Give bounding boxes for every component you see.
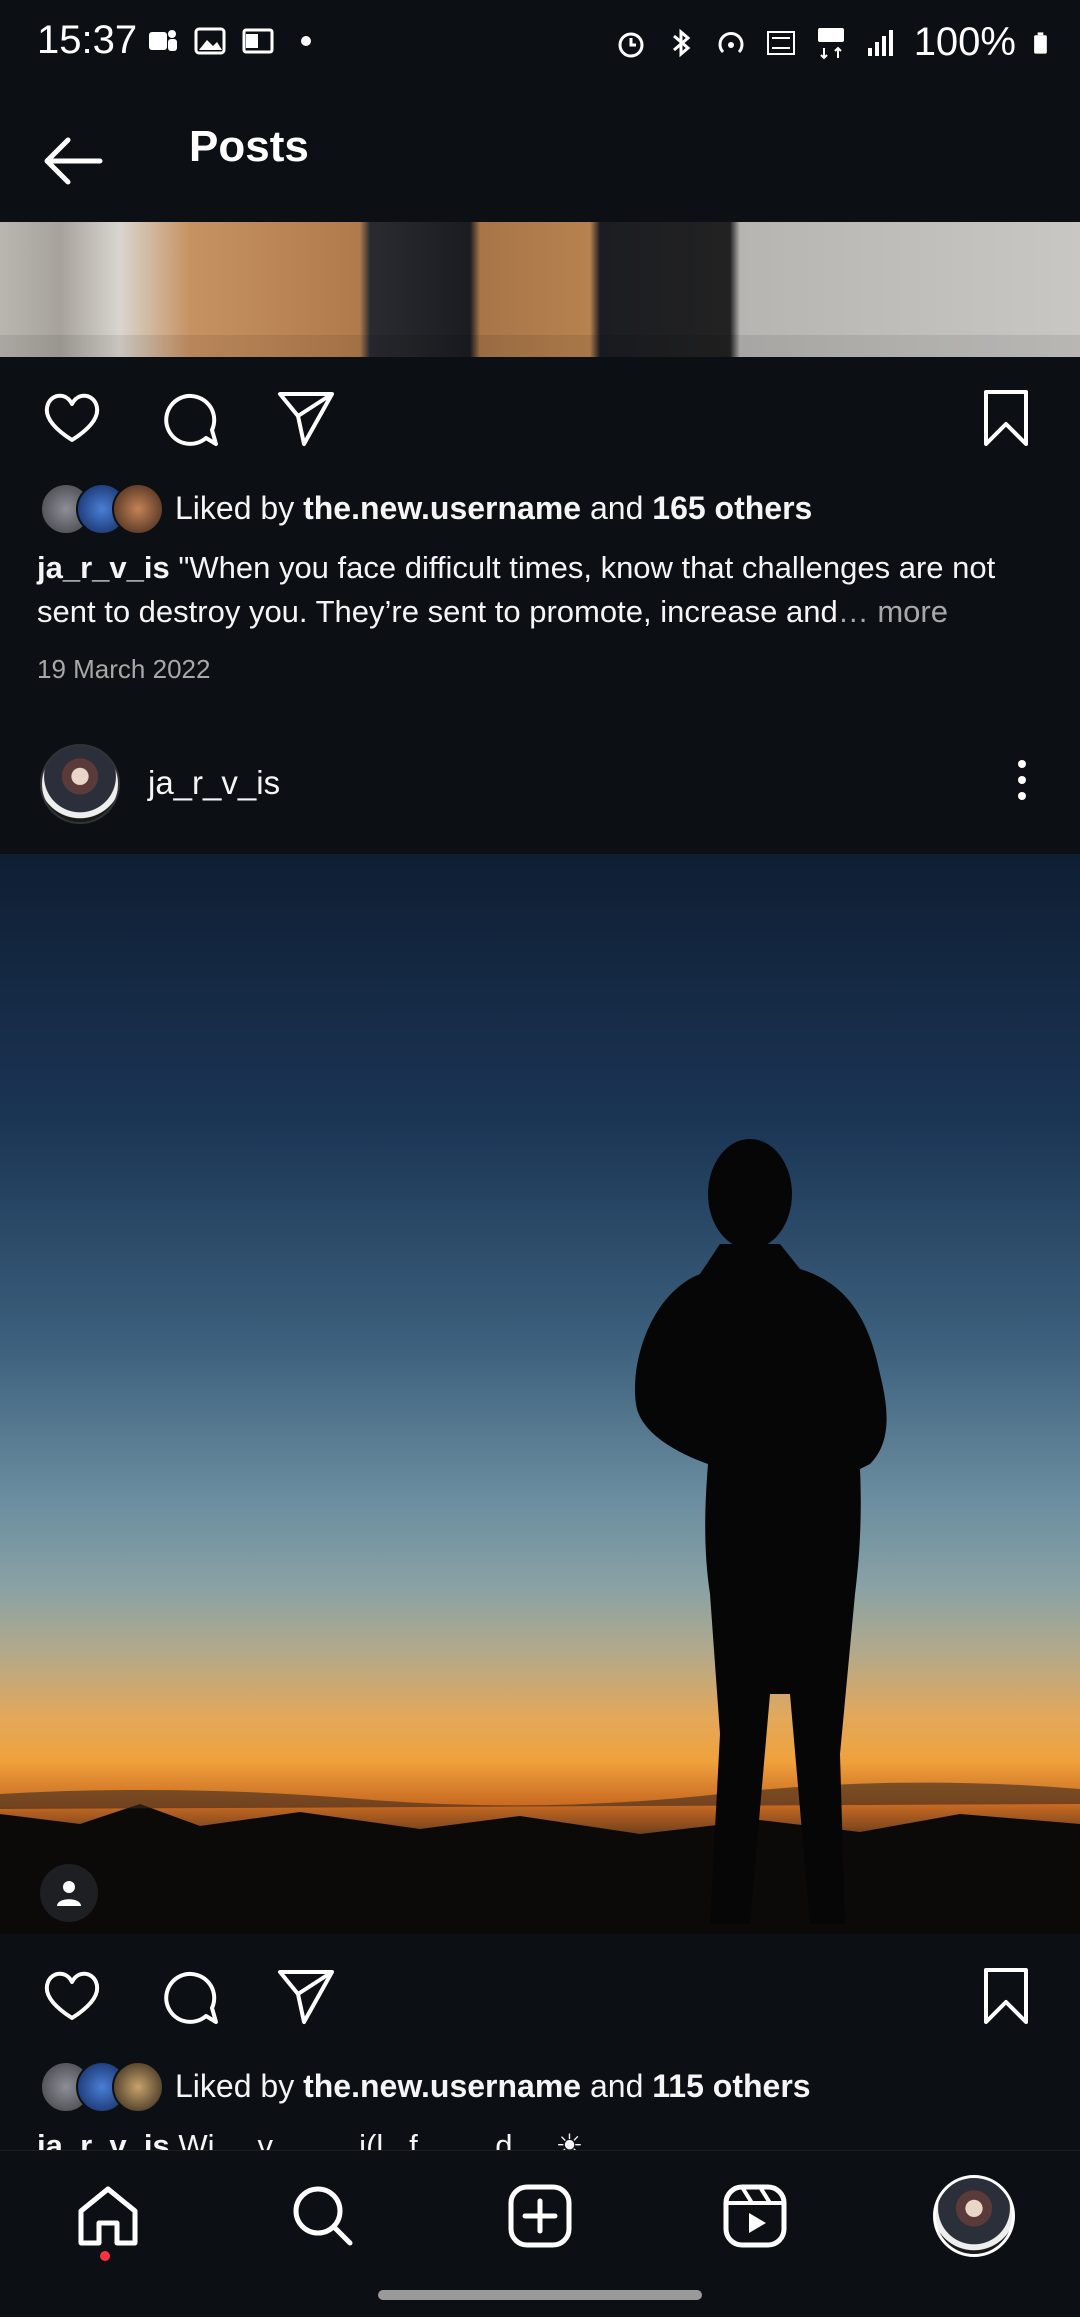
status-left-icons bbox=[145, 24, 323, 58]
volte-icon bbox=[766, 30, 795, 55]
battery-icon bbox=[1034, 31, 1047, 54]
battery-percent: 100% bbox=[913, 20, 1016, 64]
bluetooth-icon bbox=[672, 28, 690, 57]
dot-icon bbox=[301, 36, 311, 46]
likes-prefix: Liked by bbox=[175, 489, 304, 526]
likes-user[interactable]: the.new.username bbox=[303, 490, 581, 526]
sun-emoji: ☀ bbox=[546, 2128, 584, 2150]
liker-avatars bbox=[40, 2061, 165, 2113]
user-tag-button[interactable] bbox=[40, 1864, 98, 1922]
liker-avatar bbox=[112, 2061, 164, 2113]
status-right-icons: 100% bbox=[614, 20, 1056, 65]
liker-avatar bbox=[112, 483, 164, 535]
heart-icon[interactable] bbox=[40, 386, 104, 450]
person-icon bbox=[57, 1881, 81, 1906]
home-icon[interactable] bbox=[73, 2181, 143, 2251]
image-floor bbox=[0, 335, 1080, 357]
post2-header: ja_r_v_is bbox=[0, 740, 1080, 850]
post-username[interactable]: ja_r_v_is bbox=[148, 764, 280, 802]
caption-username[interactable]: ja_r_v_is bbox=[37, 2128, 170, 2150]
post1-actions bbox=[0, 372, 1080, 482]
post1-date: 19 March 2022 bbox=[37, 654, 211, 684]
send-icon[interactable] bbox=[274, 386, 338, 450]
signal-icon bbox=[867, 29, 893, 56]
home-notification-dot bbox=[100, 2251, 110, 2261]
post2-caption: ja_r_v_is Wi . . v . . . . .i(l . f . . … bbox=[37, 2124, 1047, 2150]
heart-icon[interactable] bbox=[40, 1964, 104, 2028]
gallery-icon bbox=[194, 27, 226, 55]
kebab-icon[interactable] bbox=[1000, 758, 1044, 802]
liker-avatars bbox=[40, 483, 165, 535]
gesture-home-bar[interactable] bbox=[378, 2290, 702, 2300]
post-image-previous[interactable] bbox=[0, 222, 1080, 357]
post1-likes[interactable]: Liked by the.new.username and 165 others bbox=[40, 480, 812, 536]
bookmark-icon[interactable] bbox=[974, 1964, 1038, 2028]
likes-prefix: Liked by bbox=[175, 2067, 304, 2104]
status-time: 15:37 bbox=[37, 18, 138, 62]
alarm-icon bbox=[618, 32, 644, 57]
status-bar: 15:37 100% bbox=[0, 0, 1080, 92]
likes-others[interactable]: 115 others bbox=[652, 2068, 810, 2104]
likes-text: Liked by the.new.username and 165 others bbox=[175, 490, 812, 527]
post2-likes[interactable]: Liked by the.new.username and 115 others bbox=[40, 2058, 811, 2114]
likes-text: Liked by the.new.username and 115 others bbox=[175, 2068, 811, 2105]
caption-username[interactable]: ja_r_v_is bbox=[37, 550, 170, 585]
reels-icon[interactable] bbox=[720, 2181, 790, 2251]
search-icon[interactable] bbox=[288, 2181, 358, 2251]
likes-user[interactable]: the.new.username bbox=[303, 2068, 581, 2104]
bookmark-icon[interactable] bbox=[974, 386, 1038, 450]
avatar[interactable] bbox=[40, 744, 120, 824]
page-title: Posts bbox=[189, 122, 309, 171]
hotspot-icon bbox=[718, 31, 744, 53]
arrow-left-icon[interactable] bbox=[38, 126, 108, 196]
app-header: Posts bbox=[0, 92, 1080, 222]
likes-and: and bbox=[581, 2067, 653, 2104]
send-icon[interactable] bbox=[274, 1964, 338, 2028]
post1-caption: ja_r_v_is "When you face difficult times… bbox=[37, 546, 1047, 634]
teams-icon bbox=[149, 30, 177, 51]
likes-and: and bbox=[581, 489, 653, 526]
comment-icon[interactable] bbox=[158, 386, 222, 450]
outlook-icon bbox=[242, 28, 274, 54]
5g-icon bbox=[817, 27, 844, 59]
post-image[interactable] bbox=[0, 854, 1080, 1934]
create-icon[interactable] bbox=[505, 2181, 575, 2251]
person-silhouette bbox=[634, 1139, 887, 1924]
post2-actions bbox=[0, 1950, 1080, 2060]
likes-others[interactable]: 165 others bbox=[652, 490, 812, 526]
caption-more[interactable]: … more bbox=[838, 594, 948, 629]
profile-avatar[interactable] bbox=[933, 2175, 1015, 2257]
comment-icon[interactable] bbox=[158, 1964, 222, 2028]
caption-text: Wi . . v . . . . .i(l . f . . . . d . . bbox=[169, 2128, 547, 2150]
